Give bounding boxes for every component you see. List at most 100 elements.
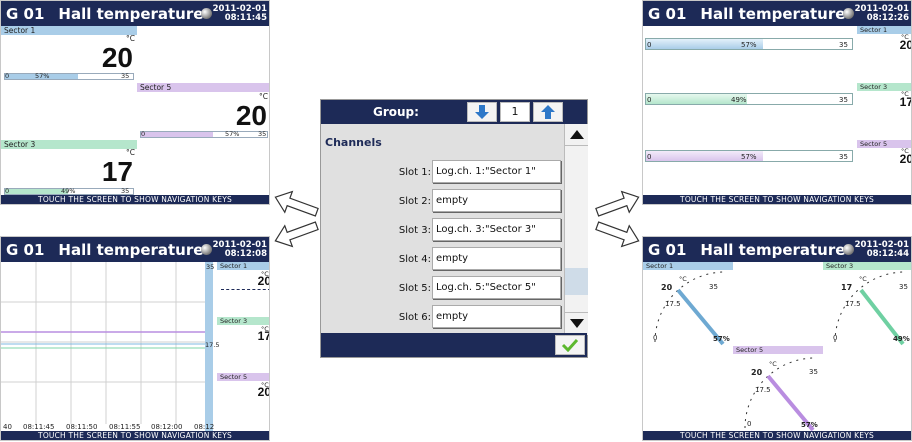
row-value: 20 [899, 38, 912, 52]
cell-name: Sector 1 [217, 262, 269, 270]
gauge-sector-3[interactable]: Sector 3 17 °C 35 17.5 0 49% [823, 262, 911, 346]
cell-name: Sector 5 [217, 373, 269, 381]
gauge-sector-5[interactable]: Sector 5 20 °C 35 17.5 0 57% [733, 346, 823, 432]
group-id: G 01 [648, 4, 687, 23]
cell-name: Sector 1 [1, 26, 137, 35]
screen-header: G 01 Hall temperature 2011-02-01 08:12:2… [643, 1, 911, 26]
row-value: 20 [899, 152, 912, 166]
footer-hint[interactable]: TOUCH THE SCREEN TO SHOW NAVIGATION KEYS [1, 431, 269, 440]
gauge-sector-1[interactable]: Sector 1 20 °C 35 17.5 0 57% [643, 262, 733, 346]
scroll-up-button[interactable] [565, 124, 588, 146]
cell-name: Sector 5 [137, 83, 269, 92]
screen-trend[interactable]: G 01 Hall temperature 2011-02-01 08:12:0… [0, 236, 270, 441]
screen-gauges[interactable]: G 01 Hall temperature 2011-02-01 08:12:4… [642, 236, 912, 441]
scroll-down-button[interactable] [565, 312, 588, 334]
screen-title: Hall temperature [700, 240, 846, 259]
datetime: 2011-02-01 08:12:26 [855, 5, 909, 23]
arrow-right-lower-icon [595, 221, 640, 248]
trend-cell-sector-5[interactable]: Sector 5 °C 20 [217, 373, 269, 403]
gauge-unit: °C [859, 275, 867, 283]
trend-cell-sector-3[interactable]: Sector 3 °C 17 [217, 317, 270, 347]
slot-button-5[interactable]: Log.ch. 5:"Sector 5" [432, 276, 561, 299]
slot-button-4[interactable]: empty [432, 247, 561, 270]
slot-button-2[interactable]: empty [432, 189, 561, 212]
time-tick: 40 [3, 423, 12, 431]
gauge-pct: 57% [713, 335, 730, 343]
datetime: 2011-02-01 08:12:44 [855, 241, 909, 259]
screen-horizontal-bars[interactable]: G 01 Hall temperature 2011-02-01 08:12:2… [642, 0, 912, 205]
row-pct: 57% [741, 41, 757, 49]
slot-button-1[interactable]: Log.ch. 1:"Sector 1" [432, 160, 561, 183]
slot-label-6: Slot 6: [398, 312, 431, 323]
screen-title: Hall temperature [58, 4, 204, 23]
screen-title: Hall temperature [700, 4, 846, 23]
footer-hint[interactable]: TOUCH THE SCREEN TO SHOW NAVIGATION KEYS [643, 431, 911, 440]
gauge-min: 0 [747, 420, 752, 428]
row-max: 35 [839, 41, 848, 49]
dialog-header: Group: 1 [321, 100, 587, 124]
slot-label-1: Slot 1: [398, 167, 431, 178]
trend-plot [1, 262, 213, 432]
gauge-mid: 17.5 [755, 386, 771, 394]
ok-button[interactable] [555, 335, 585, 355]
group-channels-dialog: Group: 1 Channels Slot 1: Log.ch. 1:"Sec… [320, 99, 588, 358]
cell-value: 17 [101, 156, 133, 187]
group-down-button[interactable] [467, 102, 497, 122]
gauge-max: 35 [709, 283, 718, 291]
screen-header: G 01 Hall temperature 2011-02-01 08:12:4… [643, 237, 911, 262]
gauge-needle [683, 282, 725, 342]
cell-sector-3[interactable]: Sector 3 °C 17 0 49% 35 [1, 140, 137, 196]
gauge-max: 35 [899, 283, 908, 291]
scrollbar[interactable] [564, 124, 588, 335]
group-id: G 01 [6, 240, 45, 259]
row-min: 0 [647, 153, 652, 161]
cell-min: 0 [5, 187, 10, 195]
cell-min: 0 [5, 72, 10, 80]
time-tick: 08:11:50 [66, 423, 98, 431]
gauge-value: 20 [751, 368, 763, 377]
screen-title: Hall temperature [58, 240, 204, 259]
time: 08:11:45 [224, 13, 267, 23]
arrow-down-icon [475, 105, 489, 119]
group-id: G 01 [6, 4, 45, 23]
group-up-button[interactable] [533, 102, 563, 122]
time-tick: 08:11:45 [23, 423, 55, 431]
dialog-footer [321, 333, 587, 357]
triangle-up-icon [569, 130, 584, 139]
gauge-min: 0 [833, 334, 838, 342]
gauge-unit: °C [769, 360, 777, 368]
cell-pct: 57% [225, 130, 240, 138]
datetime: 2011-02-01 08:11:45 [213, 5, 267, 23]
footer-hint[interactable]: TOUCH THE SCREEN TO SHOW NAVIGATION KEYS [643, 195, 911, 204]
trend-cell-sector-1[interactable]: Sector 1 °C 20 [217, 262, 269, 292]
slot-button-6[interactable]: empty [432, 305, 561, 328]
screen-header: G 01 Hall temperature 2011-02-01 08:12:0… [1, 237, 269, 262]
time-tick: 08:12:00 [151, 423, 183, 431]
gauge-mid: 17.5 [845, 300, 861, 308]
cell-progress [4, 73, 134, 80]
cell-value: 17 [257, 329, 270, 343]
gauge-max: 35 [809, 368, 818, 376]
datetime: 2011-02-01 08:12:08 [213, 241, 267, 259]
slot-button-3[interactable]: Log.ch. 3:"Sector 3" [432, 218, 561, 241]
channels-title: Channels [325, 136, 382, 149]
scroll-thumb[interactable] [565, 268, 588, 295]
row-sector-3[interactable]: 0 49% 35 Sector 3 °C 17 [643, 83, 911, 123]
checkmark-icon [561, 338, 579, 352]
screen-bars-grid[interactable]: G 01 Hall temperature 2011-02-01 08:11:4… [0, 0, 270, 205]
cell-name: Sector 3 [217, 317, 269, 325]
cell-max: 35 [121, 72, 130, 80]
time: 08:12:08 [224, 249, 267, 259]
status-ball-icon [843, 244, 854, 255]
cell-sector-1[interactable]: Sector 1 °C 20 0 57% 35 [1, 26, 137, 80]
footer-hint[interactable]: TOUCH THE SCREEN TO SHOW NAVIGATION KEYS [1, 195, 269, 204]
row-sector-5[interactable]: 0 57% 35 Sector 5 °C 20 [643, 140, 912, 180]
screen-header: G 01 Hall temperature 2011-02-01 08:11:4… [1, 1, 269, 26]
row-min: 0 [647, 41, 652, 49]
row-max: 35 [839, 153, 848, 161]
cell-sector-5[interactable]: Sector 5 °C 20 0 57% 35 [137, 83, 269, 139]
arrow-left-lower-icon [274, 221, 319, 248]
row-sector-1[interactable]: 0 57% 35 Sector 1 °C 20 [643, 26, 912, 66]
arrow-right-upper-icon [595, 190, 640, 217]
group-number[interactable]: 1 [500, 102, 530, 122]
